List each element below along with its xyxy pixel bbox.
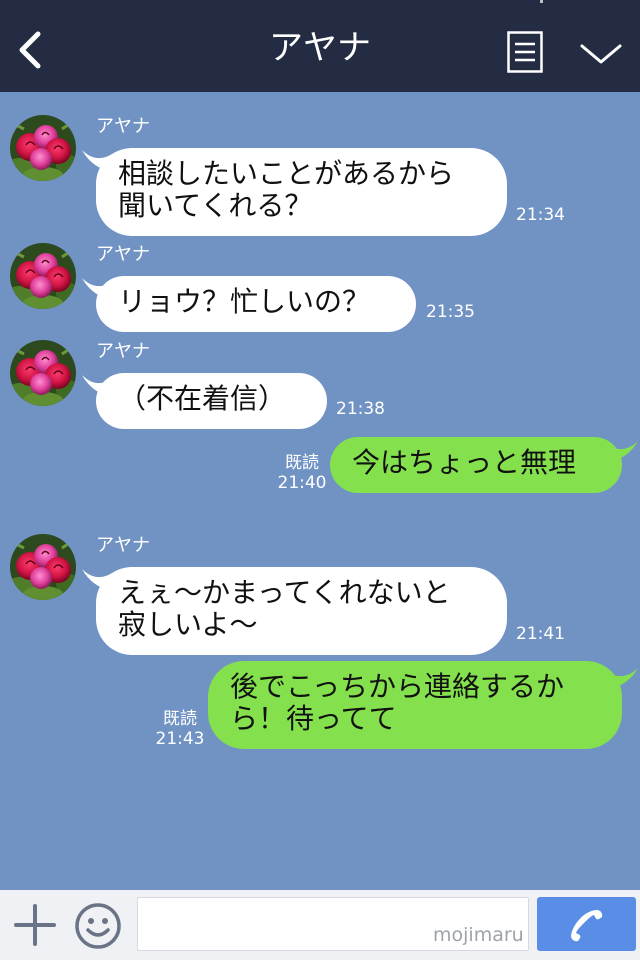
message-bubble-incoming[interactable]: 相談したいことがあるから 聞いてくれる？ bbox=[96, 148, 507, 236]
message-line: リョウ？忙しいの？ bbox=[118, 285, 371, 318]
chevron-left-icon bbox=[19, 31, 41, 69]
rose-avatar-image bbox=[10, 340, 76, 406]
message-bubble-incoming[interactable]: えぇ〜かまってくれないと 寂しいよ〜 bbox=[96, 567, 507, 655]
plus-button[interactable] bbox=[12, 902, 58, 948]
phone-icon bbox=[571, 910, 603, 942]
message-time: 21:41 bbox=[516, 624, 565, 644]
avatar[interactable] bbox=[10, 340, 76, 406]
avatar[interactable] bbox=[10, 115, 76, 181]
menu-button[interactable] bbox=[507, 31, 543, 73]
rose-avatar-image bbox=[10, 534, 76, 600]
collapse-button[interactable] bbox=[578, 36, 624, 70]
chat-title: アヤナ bbox=[269, 28, 371, 68]
message-line: 後でこっちから連絡するか bbox=[230, 670, 565, 703]
message-line: 今はちょっと無理 bbox=[352, 446, 577, 479]
message-line: （不在着信） bbox=[118, 382, 287, 415]
message-time: 21:40 bbox=[277, 473, 327, 493]
read-receipt: 既読 21:40 bbox=[276, 453, 328, 493]
plus-icon bbox=[14, 904, 56, 946]
back-button[interactable] bbox=[10, 28, 50, 72]
message-bubble-incoming[interactable]: リョウ？忙しいの？ bbox=[96, 276, 416, 332]
message-time: 21:35 bbox=[426, 302, 475, 322]
call-button[interactable] bbox=[537, 897, 636, 951]
status-bar-indicator bbox=[540, 0, 543, 3]
message-line: ら！待ってて bbox=[230, 702, 397, 735]
message-time: 21:38 bbox=[336, 399, 385, 419]
bubble-tail bbox=[606, 668, 638, 690]
message-bubble-incoming[interactable]: （不在着信） bbox=[96, 373, 327, 429]
sender-name: アヤナ bbox=[96, 116, 150, 137]
bubble-tail bbox=[606, 441, 638, 463]
rose-avatar-image bbox=[10, 243, 76, 309]
avatar[interactable] bbox=[10, 243, 76, 309]
message-input[interactable] bbox=[137, 897, 529, 951]
menu-list-icon bbox=[507, 31, 543, 73]
sender-name: アヤナ bbox=[96, 244, 150, 265]
smiley-icon bbox=[75, 903, 121, 949]
message-time: 21:34 bbox=[516, 205, 565, 225]
message-bubble-outgoing[interactable]: 今はちょっと無理 bbox=[330, 437, 622, 493]
chevron-down-icon bbox=[580, 44, 622, 64]
read-receipt: 既読 21:43 bbox=[154, 709, 206, 749]
read-label: 既読 bbox=[163, 709, 197, 729]
sender-name: アヤナ bbox=[96, 535, 150, 556]
message-bubble-outgoing[interactable]: 後でこっちから連絡するか ら！待ってて bbox=[208, 661, 622, 749]
chat-header: アヤナ bbox=[0, 0, 640, 92]
rose-avatar-image bbox=[10, 115, 76, 181]
emoji-button[interactable] bbox=[74, 902, 122, 950]
message-line: えぇ〜かまってくれないと bbox=[118, 576, 451, 609]
sender-name: アヤナ bbox=[96, 341, 150, 362]
message-list[interactable]: アヤナ 相談したいことがあるから 聞いてくれる？ 21:34 アヤナ リョウ？忙… bbox=[0, 92, 640, 890]
read-label: 既読 bbox=[285, 453, 319, 473]
message-time: 21:43 bbox=[155, 729, 205, 749]
message-line: 相談したいことがあるから bbox=[118, 157, 455, 190]
avatar[interactable] bbox=[10, 534, 76, 600]
message-line: 聞いてくれる？ bbox=[118, 189, 313, 222]
message-line: 寂しいよ〜 bbox=[118, 608, 258, 641]
